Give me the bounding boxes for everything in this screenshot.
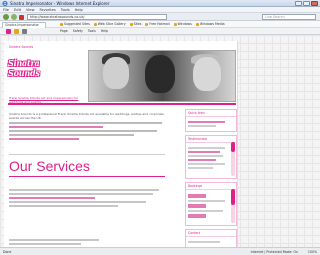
favorite-link-1[interactable]: Suggested Sites: [60, 22, 90, 26]
intro-section: Sinatra Sounds is a professional Frank S…: [9, 112, 165, 142]
sidebar-box-title: Testimonials: [186, 136, 236, 143]
maximize-button[interactable]: [303, 1, 310, 6]
sidebar-box-title: Quick links: [186, 110, 236, 117]
sidebar: Quick links Testimonials Bookings Contac…: [185, 109, 237, 248]
scrollbar-thumb[interactable]: [231, 189, 235, 205]
status-text: Done: [3, 250, 12, 254]
hero-image: [88, 50, 236, 102]
services-heading: Our Services: [9, 158, 90, 174]
sidebar-scrollbar[interactable]: [231, 142, 235, 176]
favorite-link-5[interactable]: Windows: [173, 22, 192, 26]
sidebar-box-testimonials: Testimonials: [185, 135, 237, 179]
sidebar-box-bookings: Bookings: [185, 182, 237, 226]
address-input[interactable]: http://www.sinatrasounds.co.uk/: [27, 14, 167, 20]
command-bar: Page Safety Tools Help: [0, 28, 320, 35]
browser-viewport: Sinatra Sounds Sinatra Sounds Frank Sina…: [0, 35, 320, 248]
forward-button[interactable]: [11, 14, 17, 20]
favorite-link-6[interactable]: Windows Media: [195, 22, 225, 26]
toolbar-tools[interactable]: Tools: [88, 29, 96, 33]
zoom-level[interactable]: 100%: [308, 250, 317, 254]
web-page: Sinatra Sounds Sinatra Sounds Frank Sina…: [4, 41, 238, 248]
hero-figure-center: [145, 55, 175, 93]
section-divider: [9, 154, 165, 155]
site-brand-small[interactable]: Sinatra Sounds: [9, 45, 33, 49]
favorite-icon: [145, 22, 149, 26]
back-button[interactable]: [3, 14, 9, 20]
services-text: [9, 187, 165, 209]
menu-view[interactable]: View: [26, 8, 35, 12]
favorite-icon: [173, 22, 177, 26]
hero-figure-left: [103, 57, 129, 89]
sidebar-scrollbar[interactable]: [231, 189, 235, 223]
address-bar: http://www.sinatrasounds.co.uk/ Live Sea…: [0, 13, 320, 21]
hero-figure-right: [193, 57, 221, 91]
status-bar: Done Internet | Protected Mode: On 100%: [0, 247, 320, 255]
menu-favorites[interactable]: Favorites: [40, 8, 56, 12]
favorite-icon: [129, 22, 133, 26]
favorite-icon: [93, 22, 97, 26]
toolbar-help[interactable]: Help: [101, 29, 108, 33]
minimize-button[interactable]: [295, 1, 302, 6]
footer-text: [9, 237, 99, 247]
favorite-link-4[interactable]: Free Hotmail: [145, 22, 170, 26]
close-button[interactable]: [311, 1, 318, 6]
print-icon[interactable]: [22, 29, 27, 34]
window-titlebar: Sinatra Impersonator - Windows Internet …: [0, 0, 320, 7]
menu-help[interactable]: Help: [75, 8, 83, 12]
accent-divider: [8, 103, 236, 105]
favorite-link-2[interactable]: Web Slice Gallery: [93, 22, 126, 26]
site-logo[interactable]: Sinatra Sounds: [8, 56, 58, 78]
scrollbar-thumb[interactable]: [231, 142, 235, 152]
browser-logo-icon: [2, 1, 8, 6]
sidebar-box-title: Contact: [186, 230, 236, 237]
intro-text-lines: [9, 122, 165, 140]
toolbar-page[interactable]: Page: [60, 29, 68, 33]
home-icon[interactable]: [6, 29, 11, 34]
favorite-link-3[interactable]: Sites: [129, 22, 141, 26]
favorite-icon: [60, 22, 63, 26]
sidebar-box-title: Bookings: [186, 183, 236, 190]
feeds-icon[interactable]: [14, 29, 19, 34]
menu-tools[interactable]: Tools: [61, 8, 70, 12]
services-underline: [9, 176, 165, 177]
sidebar-box-quick-links: Quick links: [185, 109, 237, 132]
intro-text: Sinatra Sounds is a professional Frank S…: [9, 112, 164, 120]
menu-edit[interactable]: Edit: [14, 8, 21, 12]
stop-icon[interactable]: [19, 14, 24, 20]
site-logo-text: Sinatra Sounds: [8, 58, 40, 78]
favorite-icon: [195, 22, 199, 26]
toolbar-safety[interactable]: Safety: [73, 29, 83, 33]
search-input[interactable]: Live Search: [262, 14, 316, 20]
window-title: Sinatra Impersonator - Windows Internet …: [10, 1, 110, 6]
favorites-bar: Sinatra Impersonator Suggested Sites Web…: [0, 21, 320, 28]
menu-file[interactable]: File: [3, 8, 9, 12]
sidebar-box-contact: Contact: [185, 229, 237, 248]
security-zone[interactable]: Internet | Protected Mode: On: [251, 250, 298, 254]
